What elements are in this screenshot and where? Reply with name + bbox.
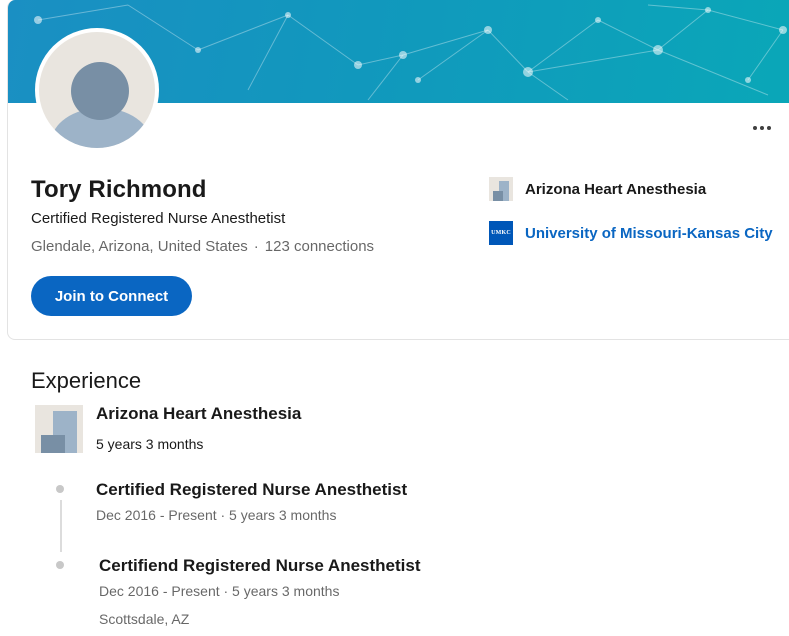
role-dates: Dec 2016 - Present · 5 years 3 months [96,507,337,523]
more-horizontal-icon [753,126,757,130]
timeline-connector [60,500,62,552]
profile-connections: 123 connections [264,238,375,255]
profile-avatar [35,28,159,152]
join-to-connect-button[interactable]: Join to Connect [31,276,192,316]
profile-meta: Glendale, Arizona, United States · 123 con… [31,238,375,255]
company-logo-placeholder-icon[interactable] [35,405,83,453]
experience-company-name[interactable]: Arizona Heart Anesthesia [96,404,301,424]
role-dates: Dec 2016 - Present · 5 years 3 months [99,583,340,599]
profile-name: Tory Richmond [31,176,207,203]
umkc-logo-icon: UMKC [489,221,513,245]
timeline-dot [56,561,64,569]
profile-location: Glendale, Arizona, United States [31,238,248,255]
role-title: Certified Registered Nurse Anesthetist [96,480,408,499]
experience-section-title: Experience [31,368,142,393]
company-logo-placeholder-icon [489,177,513,201]
timeline-dot [56,485,64,493]
more-options-button[interactable] [747,118,777,138]
profile-headline: Certified Registered Nurse Anesthetist [31,210,286,227]
education-school-label: University of Missouri-Kansas City [525,224,773,242]
role-title: Certifiend Registered Nurse Anesthetist [99,556,421,575]
default-avatar-icon [39,32,155,148]
role-location: Scottsdale, AZ [99,611,190,627]
current-company-label: Arizona Heart Anesthesia [525,180,707,198]
education-school-link[interactable]: UMKC University of Missouri-Kansas City [489,221,773,245]
experience-duration: 5 years 3 months [96,436,204,452]
current-company-link[interactable]: Arizona Heart Anesthesia [489,177,706,201]
